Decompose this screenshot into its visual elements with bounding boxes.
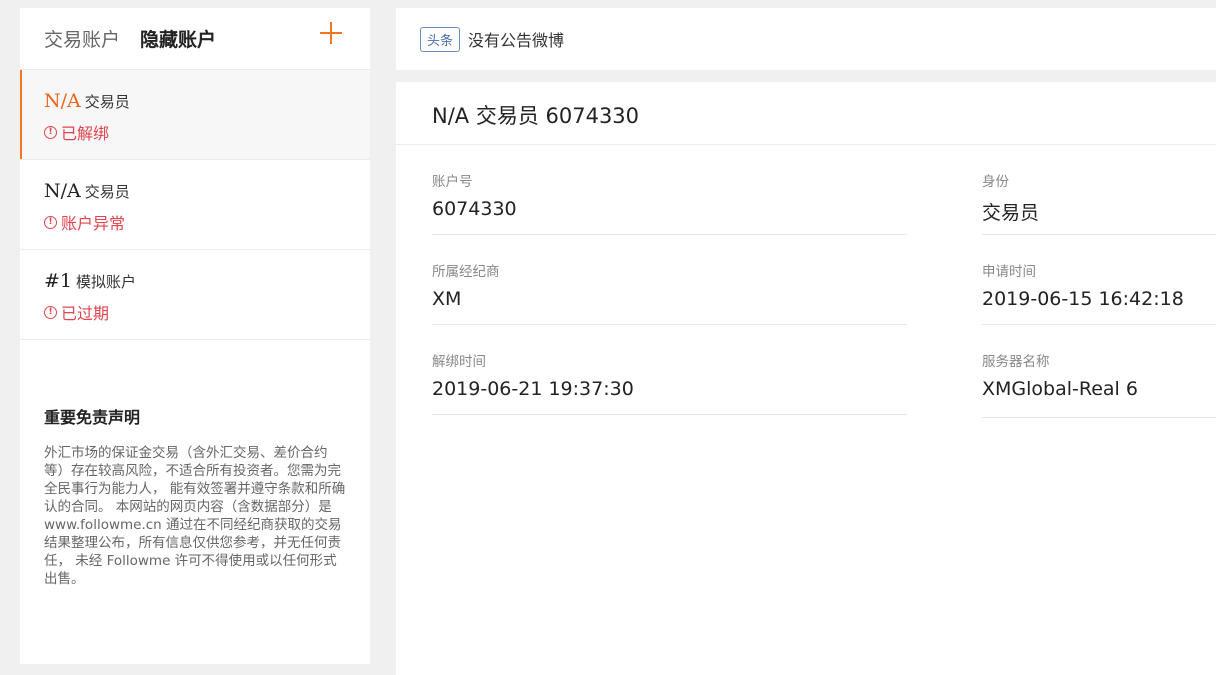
disclaimer: 重要免责声明 外汇市场的保证金交易（含外汇交易、差价合约等）存在较高风险，不适合… xyxy=(20,340,370,588)
tab-trading-accounts[interactable]: 交易账户 xyxy=(44,25,120,52)
field-server-name: 服务器名称 XMGlobal-Real 6 xyxy=(982,350,1216,418)
field-label: 服务器名称 xyxy=(982,354,1050,370)
field-identity: 身份 交易员 xyxy=(982,170,1216,235)
plus-icon[interactable] xyxy=(320,22,342,44)
field-label: 账户号 xyxy=(432,174,473,190)
field-label: 申请时间 xyxy=(982,264,1036,280)
field-value: XMGlobal-Real 6 xyxy=(982,378,1138,400)
field-value: 交易员 xyxy=(982,202,1040,224)
field-label: 所属经纪商 xyxy=(432,264,500,280)
field-unbind-time: 解绑时间 2019-06-21 19:37:30 xyxy=(432,350,907,415)
field-value: 6074330 xyxy=(432,198,517,220)
account-item[interactable]: #1 模拟账户 ! 已过期 xyxy=(20,250,370,340)
info-circle-icon: ! xyxy=(44,215,57,229)
detail-title: N/A 交易员 6074330 xyxy=(396,82,1216,145)
account-sidebar: 交易账户 隐藏账户 N/A 交易员 ! 已解绑 N/A 交易员 ! 账户异常 #… xyxy=(20,8,370,664)
account-status: 已过期 xyxy=(61,304,110,323)
account-role: 交易员 xyxy=(84,93,130,111)
account-tabs: 交易账户 隐藏账户 xyxy=(20,8,370,70)
account-detail-panel: N/A 交易员 6074330 账户号 6074330 身份 交易员 所属经纪商… xyxy=(396,82,1216,675)
notice-text: 没有公告微博 xyxy=(468,31,565,50)
field-label: 解绑时间 xyxy=(432,354,486,370)
field-apply-time: 申请时间 2019-06-15 16:42:18 xyxy=(982,260,1216,325)
info-circle-icon: ! xyxy=(44,305,57,319)
account-id: N/A xyxy=(44,90,81,112)
field-value: XM xyxy=(432,288,462,310)
account-id: #1 xyxy=(44,270,73,292)
account-item[interactable]: N/A 交易员 ! 已解绑 xyxy=(20,70,370,160)
disclaimer-text: 外汇市场的保证金交易（含外汇交易、差价合约等）存在较高风险，不适合所有投资者。您… xyxy=(44,445,346,587)
account-status: 已解绑 xyxy=(61,124,110,143)
tab-hidden-accounts[interactable]: 隐藏账户 xyxy=(140,25,216,52)
account-id: N/A xyxy=(44,180,81,202)
info-circle-icon: ! xyxy=(44,125,57,139)
field-account-no: 账户号 6074330 xyxy=(432,170,907,235)
account-role: 交易员 xyxy=(84,183,130,201)
field-value: 2019-06-15 16:42:18 xyxy=(982,288,1184,310)
field-broker: 所属经纪商 XM xyxy=(432,260,907,325)
field-value: 2019-06-21 19:37:30 xyxy=(432,378,634,400)
headline-tag: 头条 xyxy=(420,26,461,52)
notice-bar: 头条 没有公告微博 xyxy=(396,8,1216,70)
account-role: 模拟账户 xyxy=(76,273,137,291)
field-label: 身份 xyxy=(982,174,1009,190)
disclaimer-title: 重要免责声明 xyxy=(44,408,141,427)
account-status: 账户异常 xyxy=(61,214,126,233)
account-item[interactable]: N/A 交易员 ! 账户异常 xyxy=(20,160,370,250)
